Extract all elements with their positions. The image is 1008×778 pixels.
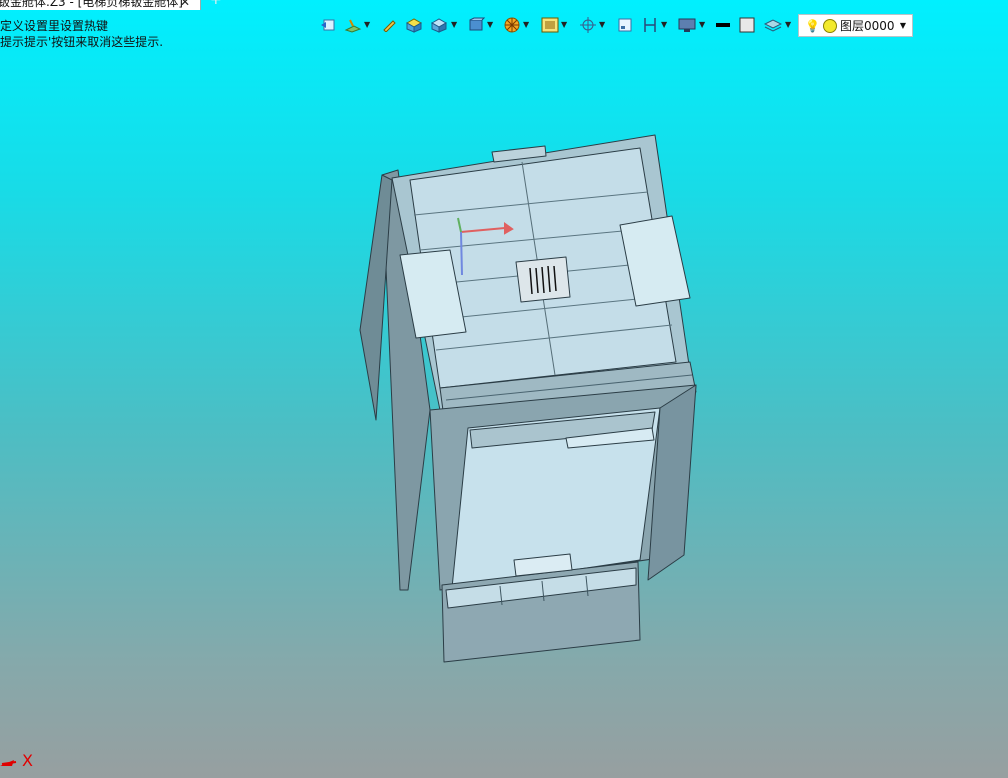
axis-x-label: X	[22, 751, 33, 770]
model-viewport[interactable]	[0, 0, 1008, 778]
axis-indicator	[0, 760, 17, 766]
